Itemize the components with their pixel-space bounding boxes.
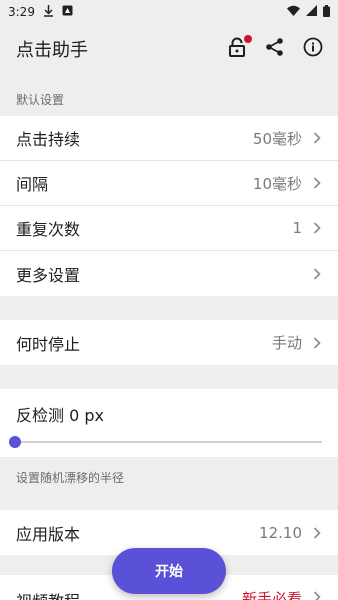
setting-value: 10毫秒 (252, 174, 302, 193)
section-header-default-settings: 默认设置 (16, 92, 65, 107)
wifi-icon (287, 5, 300, 19)
setting-value: 50毫秒 (252, 129, 302, 148)
setting-row-click-duration[interactable]: 点击持续 50毫秒 (0, 116, 338, 161)
setting-label: 更多设置 (16, 265, 81, 285)
chevron-right-icon (308, 129, 326, 147)
share-button[interactable] (264, 38, 286, 60)
setting-label: 视频教程 (16, 588, 80, 600)
setting-row-interval[interactable]: 间隔 10毫秒 (0, 161, 338, 206)
app-bar: 点击助手 (0, 24, 338, 74)
setting-label: 何时停止 (16, 334, 81, 354)
setting-label: 间隔 (16, 175, 49, 194)
notification-icon (62, 5, 73, 19)
setting-value: 12.10 (259, 523, 302, 542)
setting-row-more-settings[interactable]: 更多设置 (0, 251, 338, 296)
chevron-right-icon (308, 174, 326, 192)
battery-icon (323, 4, 330, 20)
setting-value: 新手必看 (241, 590, 302, 600)
status-time: 3:29 (8, 5, 35, 19)
info-icon (303, 37, 323, 61)
setting-label: 点击持续 (16, 130, 81, 149)
notification-badge (244, 35, 252, 43)
chevron-right-icon (308, 265, 326, 283)
lock-icon (228, 37, 246, 61)
setting-row-repeat-count[interactable]: 重复次数 1 (0, 206, 338, 251)
status-bar: 3:29 (0, 0, 338, 24)
setting-value: 1 (292, 219, 302, 237)
stop-card: 何时停止 手动 (0, 320, 338, 365)
download-icon (43, 4, 54, 20)
default-settings-card: 点击持续 50毫秒 间隔 10毫秒 重复次数 1 更多设置 (0, 116, 338, 296)
signal-icon (306, 5, 317, 19)
anti-detect-slider-thumb[interactable] (9, 436, 21, 448)
setting-row-when-to-stop[interactable]: 何时停止 手动 (0, 320, 338, 365)
share-icon (265, 37, 285, 61)
anti-detect-label: 反检测 0 px (16, 406, 104, 425)
chevron-right-icon (308, 524, 326, 542)
anti-detect-card: 反检测 0 px (0, 389, 338, 457)
setting-label: 重复次数 (16, 220, 81, 239)
setting-label: 应用版本 (16, 524, 81, 544)
info-button[interactable] (302, 37, 324, 61)
chevron-right-icon (308, 334, 326, 352)
chevron-right-icon (308, 588, 326, 600)
app-title: 点击助手 (16, 40, 88, 61)
chevron-right-icon (308, 219, 326, 237)
setting-value: 手动 (271, 334, 302, 352)
anti-detect-help-text: 设置随机漂移的半径 (16, 470, 125, 485)
start-button[interactable]: 开始 (112, 548, 226, 594)
lock-button[interactable] (226, 35, 252, 61)
anti-detect-slider-track[interactable] (14, 441, 322, 443)
